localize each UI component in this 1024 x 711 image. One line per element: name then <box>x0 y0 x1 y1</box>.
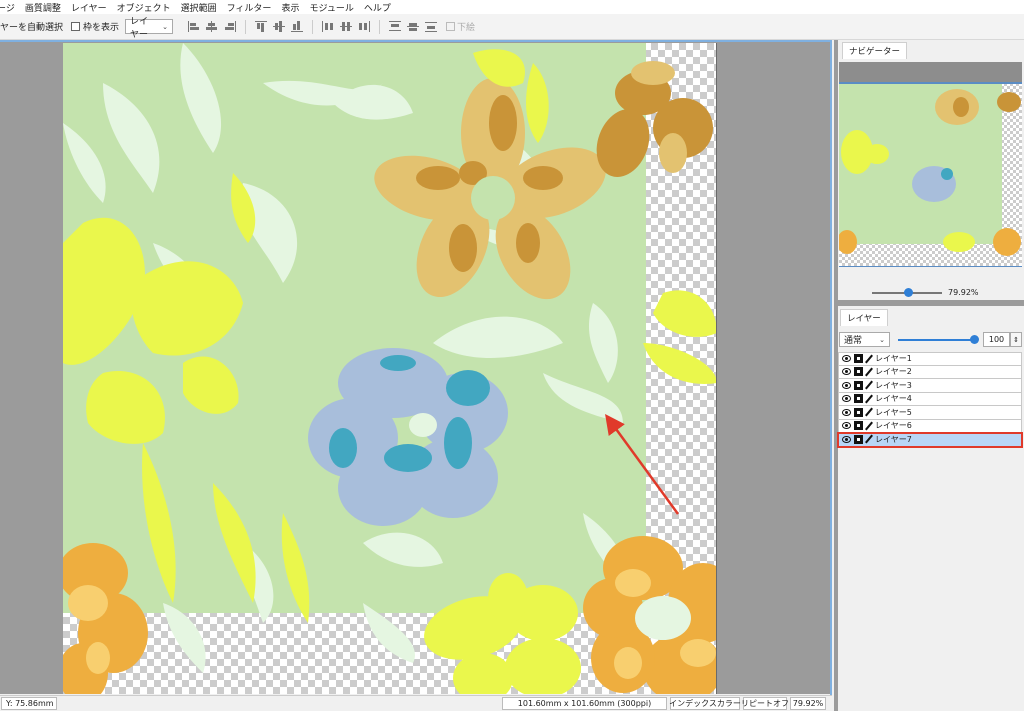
opacity-spinner[interactable]: ⇕ <box>1010 332 1022 347</box>
menu-layer[interactable]: レイヤー <box>66 1 112 14</box>
lock-icon[interactable] <box>854 434 863 444</box>
layer-row-3[interactable]: レイヤー3 <box>838 379 1022 393</box>
align-middle-v-icon[interactable] <box>273 21 286 32</box>
layer-name: レイヤー4 <box>875 394 912 404</box>
pen-icon[interactable] <box>865 435 873 443</box>
auto-select-layer-label[interactable]: ヤーを自動選択 <box>0 20 63 33</box>
chevron-down-icon: ⌄ <box>879 335 885 344</box>
layer-name: レイヤー3 <box>875 380 912 390</box>
show-frame-label: 枠を表示 <box>83 23 120 33</box>
lower-sketch-checkbox[interactable] <box>446 22 456 31</box>
pen-icon[interactable] <box>865 408 873 416</box>
canvas-area[interactable] <box>0 41 832 694</box>
menu-module[interactable]: モジュール <box>304 1 358 14</box>
document-size: 101.60mm x 101.60mm (300ppi) <box>502 697 667 710</box>
distribute-h-icon[interactable] <box>322 21 334 32</box>
align-top-icon[interactable] <box>255 21 268 32</box>
status-bar: Y: 75.86mm 101.60mm x 101.60mm (300ppi) … <box>0 695 832 711</box>
pen-icon[interactable] <box>865 422 873 430</box>
align-right-icon[interactable] <box>224 21 237 32</box>
lock-icon[interactable] <box>854 380 863 390</box>
menu-image-adjust[interactable]: 画質調整 <box>20 1 66 14</box>
layer-name: レイヤー6 <box>875 421 912 431</box>
zoom-level[interactable]: 79.92% <box>790 697 826 710</box>
layer-row-7[interactable]: レイヤー7 <box>837 432 1023 448</box>
align-center-h-icon[interactable] <box>206 21 218 32</box>
eye-icon[interactable] <box>842 422 851 430</box>
canvas-focus-border <box>0 40 832 42</box>
eye-icon[interactable] <box>842 381 851 389</box>
distribute-v-icon[interactable] <box>358 21 371 32</box>
eye-icon[interactable] <box>842 435 851 443</box>
y-coordinate: Y: 75.86mm <box>1 697 57 710</box>
layers-tab[interactable]: レイヤー <box>840 309 888 326</box>
show-frame-checkbox[interactable] <box>71 22 81 31</box>
opacity-knob[interactable] <box>970 335 979 344</box>
layer-select-value: レイヤー <box>130 16 149 40</box>
space-middle-icon[interactable] <box>407 21 420 32</box>
eye-icon[interactable] <box>842 355 851 363</box>
menu-selection[interactable]: 選択範囲 <box>176 1 222 14</box>
pen-icon[interactable] <box>865 355 873 363</box>
layer-name: レイヤー5 <box>875 407 912 417</box>
lock-icon[interactable] <box>854 367 863 377</box>
toolbar-divider <box>379 19 381 34</box>
floral-artwork <box>63 43 717 694</box>
layer-row-4[interactable]: レイヤー4 <box>838 392 1022 406</box>
lock-icon[interactable] <box>854 354 863 364</box>
blend-mode-select[interactable]: 通常 ⌄ <box>839 332 890 347</box>
color-mode[interactable]: インデックスカラー <box>669 697 741 710</box>
blend-mode-value: 通常 <box>844 336 863 346</box>
chevron-down-icon: ⌄ <box>162 22 169 31</box>
layer-name: レイヤー1 <box>875 354 912 364</box>
pen-icon[interactable] <box>865 368 873 376</box>
eye-icon[interactable] <box>842 408 851 416</box>
space-bottom-icon[interactable] <box>425 21 438 32</box>
menu-view[interactable]: 表示 <box>276 1 304 14</box>
eye-icon[interactable] <box>842 368 851 376</box>
navigator-thumbnail <box>839 62 1022 267</box>
menu-filter[interactable]: フィルター <box>222 1 277 14</box>
navigator-preview[interactable] <box>839 62 1022 267</box>
toolbar: ヤーを自動選択 枠を表示 レイヤー ⌄ 下絵 <box>0 14 1024 40</box>
layer-row-5[interactable]: レイヤー5 <box>838 406 1022 420</box>
navigator-zoom-value: 79.92% <box>948 288 979 297</box>
lock-icon[interactable] <box>854 407 863 417</box>
lower-sketch-label: 下絵 <box>457 23 476 33</box>
menu-help[interactable]: ヘルプ <box>359 1 396 14</box>
navigator-zoom-knob[interactable] <box>904 288 913 297</box>
layer-row-6[interactable]: レイヤー6 <box>838 419 1022 433</box>
pen-icon[interactable] <box>865 395 873 403</box>
eye-icon[interactable] <box>842 395 851 403</box>
menu-bar: ージ 画質調整 レイヤー オブジェクト 選択範囲 フィルター 表示 モジュール … <box>0 0 1024 14</box>
layer-select[interactable]: レイヤー ⌄ <box>125 17 174 40</box>
repeat-mode[interactable]: リピートオフ <box>741 697 789 710</box>
lock-icon[interactable] <box>854 394 863 404</box>
canvas-focus-border <box>830 40 832 696</box>
space-top-icon[interactable] <box>389 21 402 32</box>
document-canvas[interactable] <box>63 43 717 694</box>
navigator-panel: ナビゲーター 79.92% <box>838 40 1024 300</box>
layer-row-2[interactable]: レイヤー2 <box>838 365 1022 379</box>
layer-list: レイヤー1 レイヤー2 レイヤー3 レイヤー4 レイヤー5 レイヤー6 レイヤー… <box>837 352 1023 448</box>
align-bottom-icon[interactable] <box>291 21 304 32</box>
menu-object[interactable]: オブジェクト <box>112 1 176 14</box>
navigator-tab[interactable]: ナビゲーター <box>842 42 908 59</box>
lock-icon[interactable] <box>854 421 863 431</box>
layer-name: レイヤー2 <box>875 367 912 377</box>
layer-name: レイヤー7 <box>875 434 912 444</box>
opacity-slider[interactable] <box>898 339 974 341</box>
toolbar-divider <box>245 19 247 34</box>
menu-page[interactable]: ージ <box>0 1 20 14</box>
pen-icon[interactable] <box>865 381 873 389</box>
layers-panel: レイヤー 通常 ⌄ 100 ⇕ レイヤー1 レイヤー2 レイヤー3 レイヤー4 … <box>837 306 1024 711</box>
right-panel: ナビゲーター 79.92% レイヤー 通常 ⌄ 100 ⇕ レイヤー1 レイヤー… <box>834 40 1024 711</box>
toolbar-divider <box>312 19 314 34</box>
distribute-center-icon[interactable] <box>340 21 353 32</box>
layer-row-1[interactable]: レイヤー1 <box>838 352 1022 366</box>
opacity-input[interactable]: 100 <box>983 332 1010 347</box>
align-left-icon[interactable] <box>188 21 200 32</box>
